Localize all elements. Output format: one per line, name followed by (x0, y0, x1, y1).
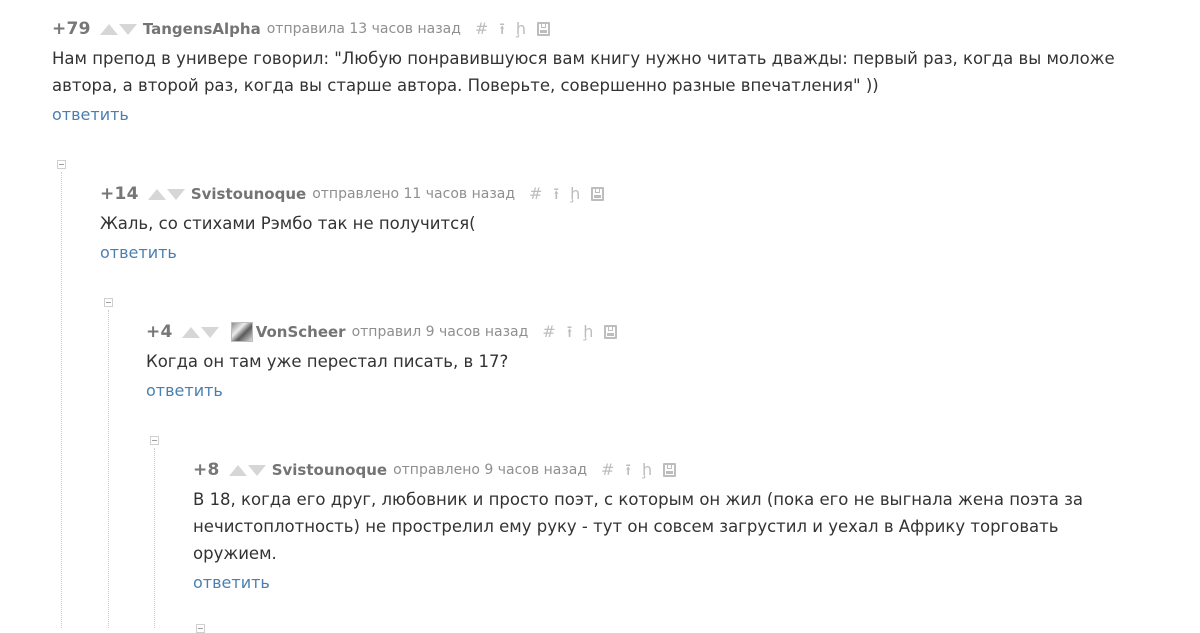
hash-icon[interactable]: # (529, 186, 542, 202)
comment-author[interactable]: VonScheer (256, 323, 346, 341)
comment-timestamp: отправила 13 часов назад (266, 21, 461, 37)
thread-line (108, 310, 109, 628)
comment-text: Нам препод в универе говорил: "Любую пон… (52, 49, 1115, 95)
upvote-icon[interactable] (99, 23, 118, 35)
comment-timestamp: отправил 9 часов назад (351, 324, 529, 340)
arrow-up-icon[interactable]: ⭱ (553, 186, 559, 202)
comment-author[interactable]: TangensAlpha (143, 20, 261, 38)
reply-link[interactable]: ответить (100, 243, 177, 262)
save-icon[interactable] (604, 325, 618, 339)
vote-arrows (228, 464, 266, 476)
save-icon[interactable] (663, 463, 677, 477)
comment-timestamp: отправлено 9 часов назад (393, 462, 588, 478)
comment-text: Когда он там уже перестал писать, в 17? (146, 352, 509, 371)
comment-tools: # ⭱ ḩ (529, 186, 615, 202)
comment: +14 Svistounoque отправлено 11 часов наз… (100, 183, 1100, 262)
reply-link[interactable]: ответить (193, 573, 270, 592)
branch-icon[interactable]: ḩ (516, 21, 526, 37)
collapse-icon[interactable] (150, 436, 159, 445)
collapse-icon[interactable] (104, 298, 113, 307)
comment: +4 VonScheer отправил 9 часов назад # ⭱ … (146, 321, 1146, 400)
downvote-icon[interactable] (247, 464, 266, 476)
comment-timestamp: отправлено 11 часов назад (312, 186, 516, 202)
comment-header: +8 Svistounoque отправлено 9 часов назад… (193, 459, 1133, 481)
branch-icon[interactable]: ḩ (583, 324, 593, 340)
collapse-icon[interactable] (57, 160, 66, 169)
hash-icon[interactable]: # (542, 324, 555, 340)
reply-link[interactable]: ответить (52, 105, 129, 124)
comment-tools: # ⭱ ḩ (475, 21, 561, 37)
comment-rating: +4 (146, 322, 173, 342)
comment-rating: +14 (100, 184, 139, 204)
comment: +8 Svistounoque отправлено 9 часов назад… (193, 459, 1133, 592)
upvote-icon[interactable] (147, 188, 166, 200)
hash-icon[interactable]: # (601, 462, 614, 478)
comment-header: +14 Svistounoque отправлено 11 часов наз… (100, 183, 1100, 205)
comment-author[interactable]: Svistounoque (272, 461, 387, 479)
avatar[interactable] (230, 322, 253, 342)
comment-author[interactable]: Svistounoque (191, 185, 306, 203)
comment-header: +4 VonScheer отправил 9 часов назад # ⭱ … (146, 321, 1146, 343)
arrow-up-icon[interactable]: ⭱ (499, 21, 505, 37)
collapse-icon[interactable] (196, 624, 205, 633)
comment-rating: +8 (193, 460, 220, 480)
vote-arrows (181, 326, 219, 338)
comment-rating: +79 (52, 19, 91, 39)
comment: +79 TangensAlpha отправила 13 часов наза… (52, 18, 1162, 124)
downvote-icon[interactable] (166, 188, 185, 200)
thread-line (154, 448, 155, 628)
save-icon[interactable] (591, 187, 605, 201)
branch-icon[interactable]: ḩ (642, 462, 652, 478)
save-icon[interactable] (537, 22, 551, 36)
comment-text: В 18, когда его друг, любовник и просто … (193, 490, 1083, 563)
reply-link[interactable]: ответить (146, 381, 223, 400)
arrow-up-icon[interactable]: ⭱ (625, 462, 631, 478)
downvote-icon[interactable] (200, 326, 219, 338)
comment-tools: # ⭱ ḩ (542, 324, 628, 340)
upvote-icon[interactable] (228, 464, 247, 476)
vote-arrows (99, 23, 137, 35)
branch-icon[interactable]: ḩ (570, 186, 580, 202)
comment-header: +79 TangensAlpha отправила 13 часов наза… (52, 18, 1162, 40)
downvote-icon[interactable] (118, 23, 137, 35)
comment-tools: # ⭱ ḩ (601, 462, 687, 478)
upvote-icon[interactable] (181, 326, 200, 338)
comment-text: Жаль, со стихами Рэмбо так не получится( (100, 214, 476, 233)
arrow-up-icon[interactable]: ⭱ (567, 324, 573, 340)
vote-arrows (147, 188, 185, 200)
hash-icon[interactable]: # (475, 21, 488, 37)
thread-line (61, 172, 62, 628)
